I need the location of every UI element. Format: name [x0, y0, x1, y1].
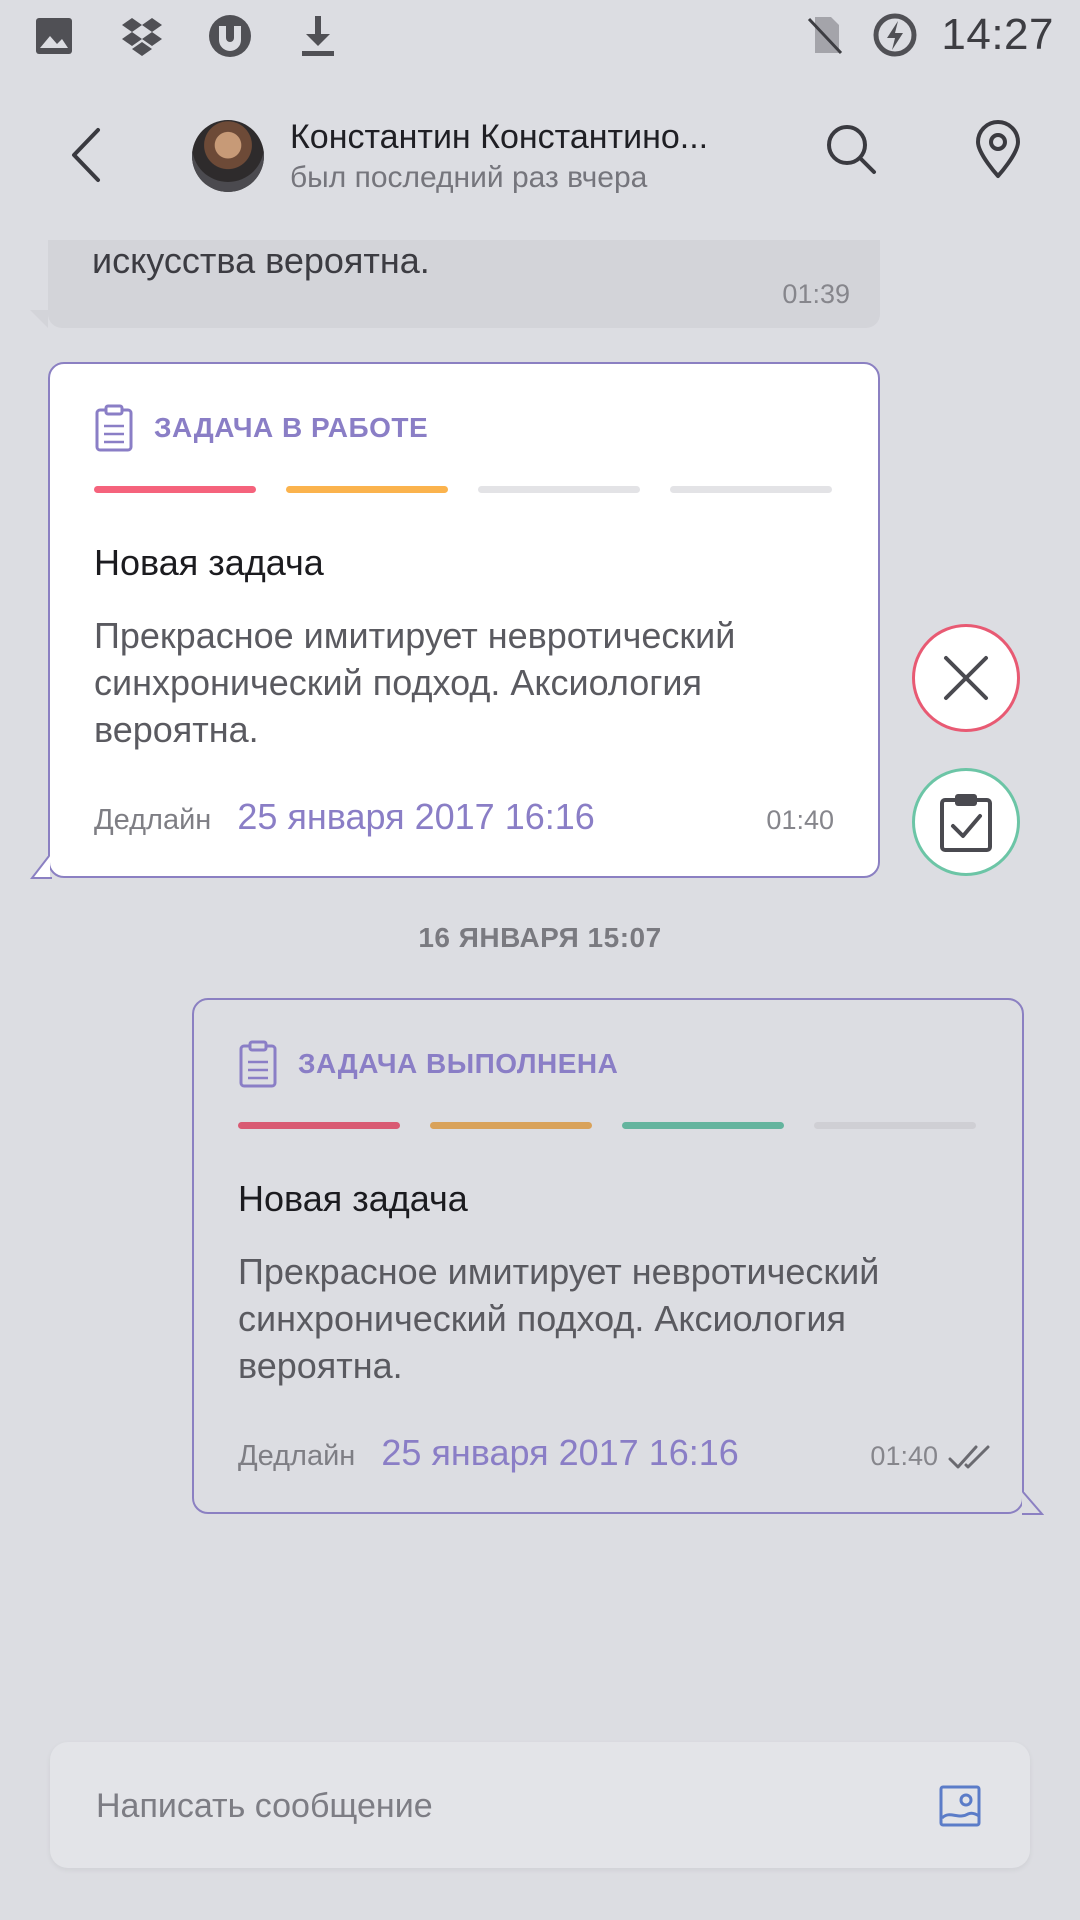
message-time-wrap: 01:40	[766, 805, 834, 836]
reject-task-button[interactable]	[912, 624, 1020, 732]
deadline-value: 25 января 2017 16:16	[381, 1432, 739, 1473]
progress-segment	[814, 1122, 976, 1129]
dropbox-icon	[122, 18, 162, 56]
task-card-done[interactable]: ЗАДАЧА ВЫПОЛНЕНА Новая задача Прекрасное…	[192, 998, 1024, 1514]
deadline-label: Дедлайн	[238, 1440, 356, 1472]
task-status-header: ЗАДАЧА В РАБОТЕ	[94, 404, 428, 452]
progress-segment	[94, 486, 256, 493]
complete-task-button[interactable]	[912, 768, 1020, 876]
clipboard-check-icon	[940, 794, 992, 852]
location-pin-icon[interactable]	[970, 120, 1026, 180]
clock: 14:27	[941, 10, 1054, 59]
progress-segment	[478, 486, 640, 493]
incoming-message-bubble[interactable]: искусства вероятна. 01:39	[48, 240, 880, 328]
gallery-icon	[36, 18, 72, 54]
search-icon[interactable]	[822, 120, 882, 180]
no-sim-icon	[808, 17, 843, 55]
message-input[interactable]	[94, 1770, 918, 1842]
progress-segment	[622, 1122, 784, 1129]
message-composer	[50, 1742, 1030, 1868]
clipboard-task-icon	[239, 1040, 277, 1088]
progress-segment	[238, 1122, 400, 1129]
task-card-in-progress[interactable]: ЗАДАЧА В РАБОТЕ Новая задача Прекрасное …	[48, 362, 880, 878]
task-description: Прекрасное имитирует невротический синхр…	[94, 615, 736, 750]
task-title: Новая задача	[238, 1178, 468, 1219]
task-progress-bar	[94, 486, 832, 493]
message-time-wrap: 01:40	[870, 1441, 994, 1472]
message-text: искусства вероятна.	[92, 240, 430, 281]
message-time: 01:39	[782, 279, 850, 309]
chat-header: Константин Константино... был последний …	[0, 88, 1080, 218]
message-time: 01:40	[870, 1441, 938, 1471]
notification-icons	[30, 12, 342, 60]
task-deadline: Дедлайн 25 января 2017 16:16	[94, 796, 595, 838]
task-status-label: ЗАДАЧА В РАБОТЕ	[154, 412, 429, 443]
status-bar: 14:27	[0, 0, 1080, 72]
progress-segment	[430, 1122, 592, 1129]
deadline-label: Дедлайн	[94, 804, 212, 836]
task-status-label: ЗАДАЧА ВЫПОЛНЕНА	[298, 1048, 619, 1079]
task-progress-bar	[238, 1122, 976, 1129]
task-description: Прекрасное имитирует невротический синхр…	[238, 1251, 880, 1386]
bubble-tail	[30, 310, 48, 328]
bubble-tail	[1022, 1492, 1044, 1515]
task-deadline: Дедлайн 25 января 2017 16:16	[238, 1432, 739, 1474]
task-status-header: ЗАДАЧА ВЫПОЛНЕНА	[238, 1040, 618, 1088]
progress-segment	[670, 486, 832, 493]
double-check-icon	[948, 1445, 990, 1468]
message-time: 01:40	[766, 805, 834, 835]
contact-name[interactable]: Константин Константино...	[290, 118, 708, 157]
battery-saver-icon	[873, 13, 917, 57]
download-icon	[302, 16, 334, 56]
task-title: Новая задача	[94, 542, 324, 583]
back-arrow-icon[interactable]	[60, 120, 116, 190]
utorrent-icon	[209, 15, 251, 57]
date-divider: 16 ЯНВАРЯ 15:07	[418, 922, 662, 953]
attach-image-icon[interactable]	[938, 1784, 982, 1828]
progress-segment	[286, 486, 448, 493]
clipboard-task-icon	[95, 404, 133, 452]
contact-last-seen: был последний раз вчера	[290, 161, 648, 194]
deadline-value: 25 января 2017 16:16	[237, 796, 595, 837]
close-icon	[944, 656, 988, 700]
avatar[interactable]	[192, 120, 264, 192]
bubble-tail	[30, 856, 52, 879]
